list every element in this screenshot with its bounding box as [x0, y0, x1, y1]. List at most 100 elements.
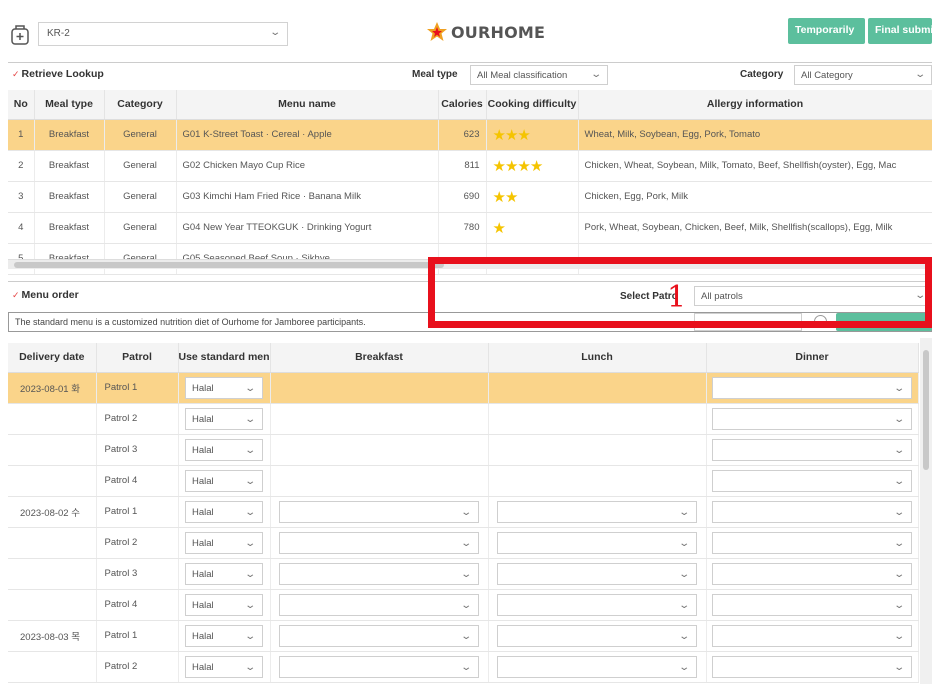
difficulty-stars-icon: ★★★★: [492, 157, 544, 175]
vertical-scrollbar[interactable]: [920, 338, 932, 684]
allergy-cell: Wheat, Milk, Soybean, Egg, Pork, Tomato: [578, 119, 932, 151]
meal-type-select[interactable]: All Meal classification ⌄: [470, 65, 608, 85]
standard-menu-select[interactable]: Halal ⌄: [185, 376, 263, 399]
standard-menu-select[interactable]: Halal ⌄: [185, 531, 263, 554]
horizontal-scrollbar[interactable]: [8, 259, 932, 269]
standard-menu-select[interactable]: Halal ⌄: [185, 655, 263, 678]
standard-menu-select[interactable]: [694, 313, 802, 331]
column-header-no[interactable]: No: [8, 90, 35, 120]
standard-menu-select[interactable]: Halal ⌄: [185, 407, 263, 430]
column-header-breakfast: Breakfast: [270, 343, 489, 373]
retrieve-lookup-section: ✓ Retrieve Lookup Meal type All Meal clas…: [8, 62, 932, 275]
apply-button[interactable]: [836, 313, 932, 331]
standard-menu-select-value: Halal: [192, 413, 214, 425]
patrol-cell: Patrol 1: [96, 372, 179, 404]
scrollbar-thumb[interactable]: [923, 350, 929, 470]
dinner-select[interactable]: ⌄: [712, 469, 912, 492]
brand-logo: OURHOME: [426, 20, 545, 44]
breakfast-select[interactable]: ⌄: [279, 593, 479, 616]
table-row[interactable]: 2 Breakfast General G02 Chicken Mayo Cup Ri…: [8, 150, 932, 182]
temporarily-save-button[interactable]: Temporarily: [788, 18, 865, 44]
column-header-dinner: Dinner: [706, 343, 919, 373]
dinner-select[interactable]: ⌄: [712, 562, 912, 585]
lunch-select[interactable]: ⌄: [497, 531, 697, 554]
column-header-allergy[interactable]: Allergy information: [578, 90, 932, 120]
marker-icon: ✓: [12, 69, 20, 79]
chevron-down-icon: ⌄: [243, 444, 256, 456]
lunch-select[interactable]: ⌄: [497, 562, 697, 585]
standard-menu-select[interactable]: Halal ⌄: [185, 562, 263, 585]
column-header-use-standard-menu: Use standard menu: [178, 343, 271, 373]
menu-name-cell: G03 Kimchi Ham Fried Rice · Banana Milk: [176, 181, 439, 213]
dinner-select[interactable]: ⌄: [712, 655, 912, 678]
patrol-cell: Patrol 4: [96, 589, 179, 621]
lunch-cell: ⌄: [488, 620, 707, 652]
standard-menu-select[interactable]: Halal ⌄: [185, 438, 263, 461]
dinner-select[interactable]: ⌄: [712, 531, 912, 554]
dinner-select[interactable]: ⌄: [712, 438, 912, 461]
category-select[interactable]: All Category ⌄: [794, 65, 932, 85]
table-row: Patrol 4 Halal ⌄ ⌄ ⌄ ⌄: [8, 589, 919, 621]
meal-type-cell: Breakfast: [34, 181, 105, 213]
chevron-down-icon: ⌄: [677, 661, 690, 673]
breakfast-select[interactable]: ⌄: [279, 500, 479, 523]
dinner-select[interactable]: ⌄: [712, 624, 912, 647]
standard-menu-select-value: Halal: [192, 630, 214, 642]
standard-menu-select-value: Halal: [192, 661, 214, 673]
difficulty-cell: ★★★: [486, 119, 579, 151]
column-header-cooking-difficulty[interactable]: Cooking difficulty: [486, 90, 579, 120]
table-row[interactable]: 4 Breakfast General G04 New Year TTEOKGUK ·…: [8, 212, 932, 244]
chevron-down-icon: ⌄: [243, 475, 256, 487]
chevron-down-icon: ⌄: [892, 413, 905, 425]
dinner-cell: ⌄: [706, 558, 919, 590]
lunch-select[interactable]: ⌄: [497, 624, 697, 647]
column-header-meal-type[interactable]: Meal type: [34, 90, 105, 120]
standard-menu-select-value: Halal: [192, 444, 214, 456]
column-header-calories[interactable]: Calories: [438, 90, 487, 120]
unit-select[interactable]: KR-2 ⌄: [38, 22, 288, 46]
menu-lookup-table: No Meal type Category Menu name Calories Cook…: [8, 90, 932, 275]
lunch-cell: ⌄: [488, 496, 707, 528]
table-row[interactable]: 1 Breakfast General G01 K-Street Toast · Ce…: [8, 119, 932, 151]
delivery-date-cell: 2023-08-03 목: [8, 620, 97, 652]
dinner-select[interactable]: ⌄: [712, 500, 912, 523]
standard-menu-select[interactable]: Halal ⌄: [185, 593, 263, 616]
category-cell: General: [104, 150, 177, 182]
standard-menu-select[interactable]: Halal ⌄: [185, 624, 263, 647]
lunch-select[interactable]: ⌄: [497, 655, 697, 678]
meal-type-cell: Breakfast: [34, 119, 105, 151]
meal-type-select-value: All Meal classification: [477, 70, 568, 81]
chevron-down-icon: ⌄: [243, 506, 256, 518]
chevron-down-icon: ⌄: [892, 568, 905, 580]
table-row[interactable]: 3 Breakfast General G03 Kimchi Ham Fried Ri…: [8, 181, 932, 213]
dinner-select[interactable]: ⌄: [712, 407, 912, 430]
meal-type-cell: Breakfast: [34, 212, 105, 244]
breakfast-select[interactable]: ⌄: [279, 624, 479, 647]
category-select-value: All Category: [801, 70, 853, 81]
lunchbox-icon[interactable]: [10, 24, 30, 46]
chevron-down-icon: ⌄: [589, 69, 602, 80]
dinner-select[interactable]: ⌄: [712, 376, 912, 399]
row-number: 3: [8, 181, 35, 213]
table-row: Patrol 3 Halal ⌄ ⌄ ⌄ ⌄: [8, 558, 919, 590]
lunch-select[interactable]: ⌄: [497, 593, 697, 616]
column-header-category[interactable]: Category: [104, 90, 177, 120]
lunch-cell: [488, 372, 707, 404]
breakfast-cell: ⌄: [270, 651, 489, 683]
scrollbar-thumb[interactable]: [14, 262, 444, 268]
lunch-select[interactable]: ⌄: [497, 500, 697, 523]
row-number: 2: [8, 150, 35, 182]
clock-icon[interactable]: [814, 315, 827, 328]
chevron-down-icon: ⌄: [677, 599, 690, 611]
dinner-select[interactable]: ⌄: [712, 593, 912, 616]
breakfast-select[interactable]: ⌄: [279, 531, 479, 554]
final-submit-button[interactable]: Final submis: [868, 18, 932, 44]
menu-order-section: ✓ Menu order Select Patro All patrols ⌄ T…: [8, 281, 932, 684]
standard-menu-cell: Halal ⌄: [178, 527, 271, 559]
standard-menu-select[interactable]: Halal ⌄: [185, 469, 263, 492]
breakfast-select[interactable]: ⌄: [279, 655, 479, 678]
standard-menu-select[interactable]: Halal ⌄: [185, 500, 263, 523]
breakfast-select[interactable]: ⌄: [279, 562, 479, 585]
patrol-select[interactable]: All patrols ⌄: [694, 286, 932, 306]
column-header-menu-name[interactable]: Menu name: [176, 90, 439, 120]
